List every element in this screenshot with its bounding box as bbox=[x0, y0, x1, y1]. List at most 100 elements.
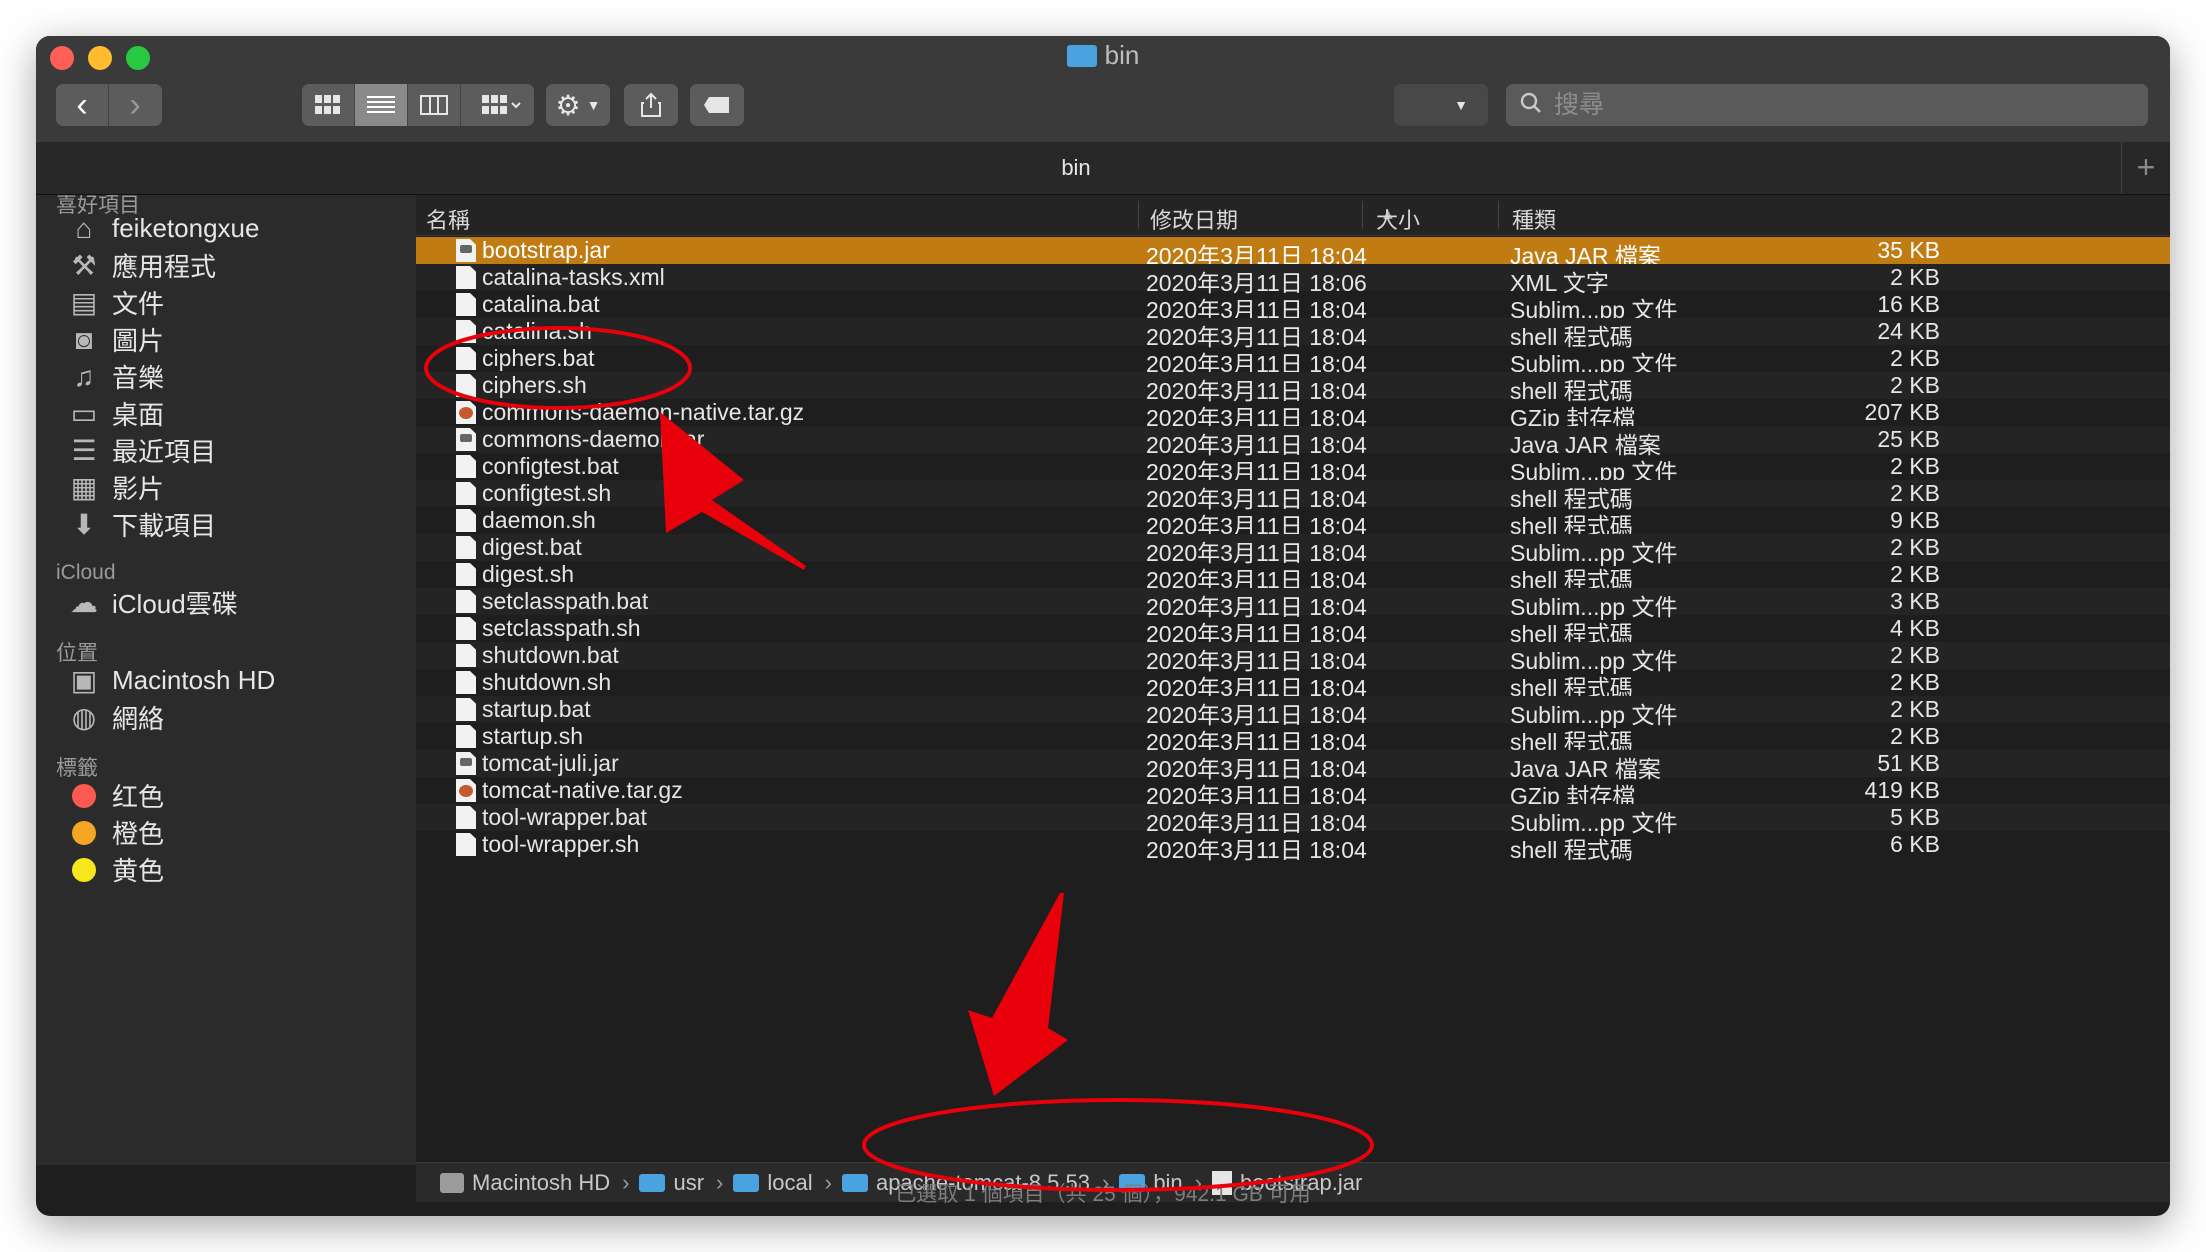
search-input[interactable] bbox=[1552, 89, 2116, 121]
file-name: shutdown.bat bbox=[482, 642, 619, 668]
file-row[interactable]: tool-wrapper.sh 2020年3月11日 18:04 6 KB shell… bbox=[416, 831, 2170, 863]
file-row[interactable]: tomcat-native.tar.gz 2020年3月11日 18:04 419 … bbox=[416, 777, 2170, 809]
file-row[interactable]: setclasspath.bat 2020年3月11日 18:04 3 KB Subl… bbox=[416, 588, 2170, 620]
sidebar-item-pictures[interactable]: ◙ 圖片 bbox=[66, 321, 164, 358]
file-size: 2 KB bbox=[1890, 723, 1940, 749]
file-size: 2 KB bbox=[1890, 480, 1940, 506]
share-button[interactable] bbox=[624, 84, 678, 126]
file-name: startup.bat bbox=[482, 696, 591, 722]
folder-icon bbox=[1066, 45, 1097, 67]
document-file-icon bbox=[456, 644, 476, 667]
file-row[interactable]: shutdown.sh 2020年3月11日 18:04 2 KB shell 程式碼 bbox=[416, 669, 2170, 701]
search-icon bbox=[1520, 92, 1542, 119]
file-row[interactable]: shutdown.bat 2020年3月11日 18:04 2 KB Sublim..… bbox=[416, 642, 2170, 674]
column-header-kind[interactable]: 種類 bbox=[1512, 203, 1556, 235]
file-row[interactable]: configtest.bat 2020年3月11日 18:04 2 KB Sublim… bbox=[416, 453, 2170, 485]
pictures-icon: ◙ bbox=[75, 323, 93, 355]
file-name: commons-daemon.jar bbox=[482, 426, 705, 452]
archive-file-icon bbox=[456, 779, 476, 802]
file-size: 419 KB bbox=[1864, 777, 1940, 803]
file-row[interactable]: commons-daemon-native.tar.gz 2020年3月11日 1… bbox=[416, 399, 2170, 431]
sidebar-item-downloads[interactable]: ⬇ 下載項目 bbox=[66, 506, 216, 543]
document-file-icon bbox=[456, 563, 476, 586]
music-icon: ♫ bbox=[73, 360, 95, 392]
file-row[interactable]: digest.sh 2020年3月11日 18:04 2 KB shell 程式碼 bbox=[416, 561, 2170, 593]
share-icon bbox=[641, 92, 661, 117]
file-row[interactable]: tool-wrapper.bat 2020年3月11日 18:04 5 KB Subl… bbox=[416, 804, 2170, 836]
column-view-button[interactable] bbox=[408, 84, 461, 126]
column-header-size[interactable]: 大小 bbox=[1376, 203, 1420, 235]
file-name: bootstrap.jar bbox=[482, 237, 610, 263]
file-name: ciphers.bat bbox=[482, 345, 595, 371]
file-size: 16 KB bbox=[1877, 291, 1940, 317]
search-scope-dropdown[interactable]: ▼ bbox=[1394, 84, 1488, 126]
file-name: configtest.bat bbox=[482, 453, 619, 479]
file-row[interactable]: daemon.sh 2020年3月11日 18:04 9 KB shell 程式碼 bbox=[416, 507, 2170, 539]
sidebar-item-music[interactable]: ♫ 音樂 bbox=[66, 358, 165, 395]
group-by-button[interactable] bbox=[470, 84, 534, 126]
sidebar-item-home[interactable]: ⌂ feiketongxue bbox=[66, 210, 260, 247]
jar-file-icon bbox=[456, 428, 476, 451]
file-list: 名稱 ▲ 修改日期 大小 種類 bootstrap.jar 2020年3月11日 … bbox=[416, 195, 2170, 1165]
sidebar-item-icloud-drive[interactable]: ☁ iCloud雲碟 bbox=[66, 584, 238, 621]
action-menu-button[interactable]: ⚙ ▼ bbox=[546, 84, 610, 126]
sidebar-item-network[interactable]: ◍ 網絡 bbox=[66, 699, 164, 736]
new-tab-button[interactable]: + bbox=[2121, 142, 2170, 194]
sidebar-item-tag-orange[interactable]: 橙色 bbox=[66, 814, 164, 851]
document-file-icon bbox=[456, 806, 476, 829]
recents-icon: ☰ bbox=[71, 435, 97, 466]
file-row[interactable]: startup.sh 2020年3月11日 18:04 2 KB shell 程式碼 bbox=[416, 723, 2170, 755]
yellow-tag-dot bbox=[72, 857, 96, 882]
search-field[interactable] bbox=[1506, 84, 2148, 126]
file-row[interactable]: setclasspath.sh 2020年3月11日 18:04 4 KB shell… bbox=[416, 615, 2170, 647]
sidebar-item-applications[interactable]: ⚒ 應用程式 bbox=[66, 247, 216, 284]
file-size: 5 KB bbox=[1890, 804, 1940, 830]
file-size: 3 KB bbox=[1890, 588, 1940, 614]
icon-view-button[interactable] bbox=[302, 84, 355, 126]
column-header-name[interactable]: 名稱 bbox=[426, 203, 470, 235]
file-row[interactable]: commons-daemon.jar 2020年3月11日 18:04 25 KB J… bbox=[416, 426, 2170, 458]
file-row[interactable]: startup.bat 2020年3月11日 18:04 2 KB Sublim...… bbox=[416, 696, 2170, 728]
file-kind: shell 程式碼 bbox=[1510, 837, 1633, 863]
file-name: configtest.sh bbox=[482, 480, 612, 506]
file-row[interactable]: tomcat-juli.jar 2020年3月11日 18:04 51 KB Java… bbox=[416, 750, 2170, 782]
chevron-down-icon: ▼ bbox=[586, 97, 601, 113]
tab-bin[interactable]: bin bbox=[36, 142, 2116, 194]
document-file-icon bbox=[456, 293, 476, 316]
file-size: 2 KB bbox=[1890, 642, 1940, 668]
columns-icon bbox=[420, 95, 448, 115]
file-row[interactable]: ciphers.sh 2020年3月11日 18:04 2 KB shell 程式碼 bbox=[416, 372, 2170, 404]
sidebar-item-recents[interactable]: ☰ 最近項目 bbox=[66, 432, 216, 469]
tags-button[interactable] bbox=[690, 84, 744, 126]
grid-icon bbox=[315, 95, 340, 114]
file-row[interactable]: configtest.sh 2020年3月11日 18:04 2 KB shell 程… bbox=[416, 480, 2170, 512]
file-size: 4 KB bbox=[1890, 615, 1940, 641]
file-row[interactable]: digest.bat 2020年3月11日 18:04 2 KB Sublim...p… bbox=[416, 534, 2170, 566]
file-row[interactable]: ciphers.bat 2020年3月11日 18:04 2 KB Sublim...… bbox=[416, 345, 2170, 377]
file-name: startup.sh bbox=[482, 723, 583, 749]
column-header-date[interactable]: 修改日期 bbox=[1150, 203, 1238, 235]
file-name: setclasspath.sh bbox=[482, 615, 641, 641]
file-row[interactable]: bootstrap.jar 2020年3月11日 18:04 35 KB Java J… bbox=[416, 237, 2170, 269]
file-name: catalina.bat bbox=[482, 291, 600, 317]
file-size: 9 KB bbox=[1890, 507, 1940, 533]
file-size: 2 KB bbox=[1890, 345, 1940, 371]
file-row[interactable]: catalina-tasks.xml 2020年3月11日 18:06 2 KB XM… bbox=[416, 264, 2170, 296]
file-name: tool-wrapper.bat bbox=[482, 804, 647, 830]
sidebar-item-tag-red[interactable]: 红色 bbox=[66, 777, 164, 814]
file-name: shutdown.sh bbox=[482, 669, 612, 695]
applications-icon: ⚒ bbox=[71, 250, 97, 281]
forward-button[interactable]: › bbox=[109, 84, 161, 126]
sidebar-item-documents[interactable]: ▤ 文件 bbox=[66, 284, 164, 321]
sidebar-item-tag-yellow[interactable]: 黄色 bbox=[66, 851, 164, 888]
sidebar-item-macintosh-hd[interactable]: ▣ Macintosh HD bbox=[66, 662, 276, 699]
list-view-button[interactable] bbox=[355, 84, 408, 126]
sidebar-item-desktop[interactable]: ▭ 桌面 bbox=[66, 395, 164, 432]
file-size: 2 KB bbox=[1890, 264, 1940, 290]
document-file-icon bbox=[456, 320, 476, 343]
file-row[interactable]: catalina.sh 2020年3月11日 18:04 24 KB shell 程式… bbox=[416, 318, 2170, 350]
sidebar-item-movies[interactable]: ▦ 影片 bbox=[66, 469, 164, 506]
file-row[interactable]: catalina.bat 2020年3月11日 18:04 16 KB Sublim.… bbox=[416, 291, 2170, 323]
back-button[interactable]: ‹ bbox=[56, 84, 109, 126]
document-file-icon bbox=[456, 455, 476, 478]
